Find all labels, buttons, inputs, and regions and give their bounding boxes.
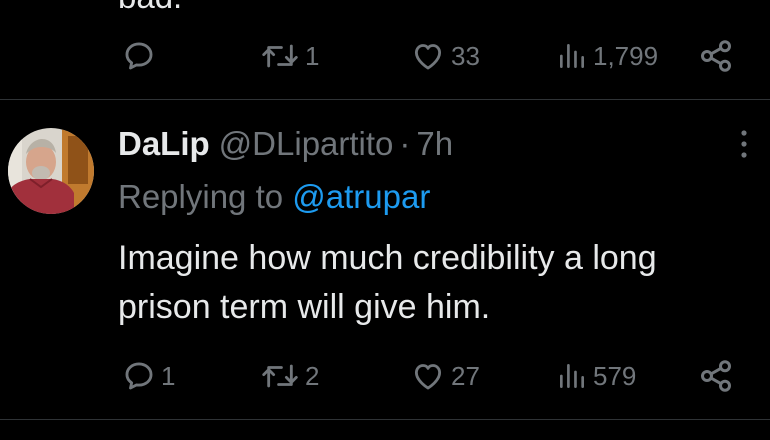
previous-tweet-actions: 1 33 1,799 [0, 36, 770, 76]
like-count: 33 [451, 41, 480, 71]
like-count: 27 [451, 361, 480, 391]
reply-icon [125, 42, 153, 70]
separator-dot: · [399, 125, 411, 162]
tweet-divider [0, 99, 770, 100]
replying-to-mention-link[interactable]: @atrupar [292, 178, 430, 215]
previous-tweet-text: bad. [118, 0, 182, 16]
views-button[interactable]: 1,799 [556, 36, 658, 76]
reply-tweet-actions: 1 2 27 579 [0, 356, 770, 396]
reply-button[interactable] [122, 36, 161, 76]
share-button[interactable] [698, 36, 734, 76]
replying-to: Replying to @atrupar [118, 178, 430, 216]
replying-to-label: Replying to [118, 178, 284, 215]
repost-count: 1 [305, 41, 320, 71]
like-button[interactable]: 27 [410, 356, 480, 396]
views-count: 1,799 [593, 41, 659, 71]
tweet-divider [0, 419, 770, 420]
views-icon [560, 44, 584, 68]
heart-icon [414, 44, 442, 70]
reply-count: 1 [161, 361, 176, 391]
more-options-button[interactable] [730, 126, 758, 162]
views-icon [560, 364, 584, 388]
display-name[interactable]: DaLip [118, 125, 210, 163]
share-icon [701, 360, 731, 392]
tweet-body: Imagine how much credibility a long pris… [118, 234, 758, 332]
tweet-body-line: Imagine how much credibility a long [118, 239, 657, 277]
repost-count: 2 [305, 361, 320, 391]
repost-icon [262, 44, 298, 68]
share-button[interactable] [698, 356, 734, 396]
views-count: 579 [593, 361, 637, 391]
share-icon [701, 40, 731, 72]
avatar[interactable] [8, 128, 94, 214]
views-button[interactable]: 579 [556, 356, 636, 396]
repost-button[interactable]: 2 [260, 356, 319, 396]
timestamp[interactable]: 7h [416, 125, 453, 163]
reply-button[interactable]: 1 [122, 356, 175, 396]
user-handle[interactable]: @DLipartito [219, 125, 394, 163]
like-button[interactable]: 33 [410, 36, 480, 76]
reply-header: DaLip @DLipartito · 7h [118, 124, 453, 164]
heart-icon [414, 364, 442, 390]
repost-button[interactable]: 1 [260, 36, 319, 76]
reply-icon [125, 362, 153, 390]
more-vertical-icon [741, 130, 747, 158]
repost-icon [262, 364, 298, 388]
tweet-body-line: prison term will give him. [118, 288, 491, 326]
